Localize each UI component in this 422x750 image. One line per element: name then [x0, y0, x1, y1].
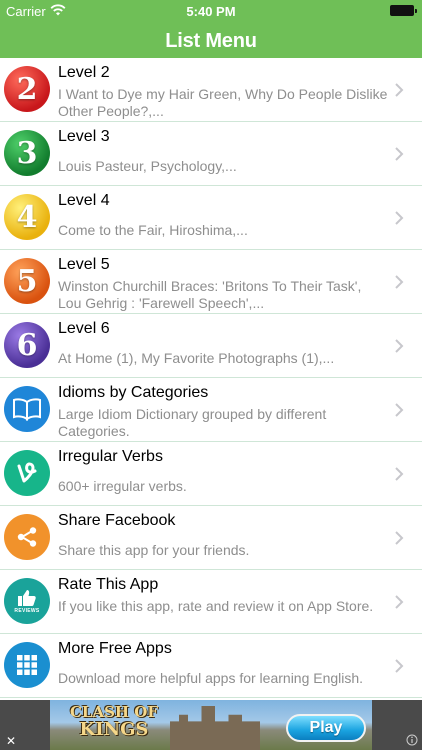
item-subtitle: Louis Pasteur, Psychology,... [58, 158, 237, 174]
item-title: Irregular Verbs [58, 448, 163, 465]
item-title: Level 5 [58, 256, 110, 273]
reviews-badge-label: REVIEWS [14, 607, 40, 614]
item-subtitle: Come to the Fair, Hiroshima,... [58, 222, 248, 238]
list-item-idioms[interactable]: Idioms by Categories Large Idiom Diction… [0, 378, 422, 442]
book-icon [4, 386, 50, 432]
list-item-rate-app[interactable]: REVIEWS Rate This App If you like this a… [0, 570, 422, 634]
page-title: List Menu [165, 30, 257, 52]
chevron-right-icon [395, 275, 404, 289]
list-item-level-5[interactable]: 5 Level 5 Winston Churchill Braces: 'Bri… [0, 250, 422, 314]
list-item-irregular-verbs[interactable]: Irregular Verbs 600+ irregular verbs. [0, 442, 422, 506]
chevron-right-icon [395, 147, 404, 161]
item-title: Rate This App [58, 576, 159, 593]
list-item-level-6[interactable]: 6 Level 6 At Home (1), My Favorite Photo… [0, 314, 422, 378]
item-title: Level 4 [58, 192, 110, 209]
item-subtitle: If you like this app, rate and review it… [58, 598, 374, 614]
status-time: 5:40 PM [186, 4, 236, 19]
chevron-right-icon [395, 467, 404, 481]
item-subtitle: 600+ irregular verbs. [58, 478, 187, 494]
close-ad-icon[interactable]: ✕ [4, 734, 18, 748]
share-icon [4, 514, 50, 560]
chevron-right-icon [395, 403, 404, 417]
list-item-share-facebook[interactable]: Share Facebook Share this app for your f… [0, 506, 422, 570]
level-5-icon: 5 [4, 258, 50, 304]
item-subtitle: Large Idiom Dictionary grouped by differ… [58, 406, 327, 439]
thumbs-up-reviews-icon: REVIEWS [4, 578, 50, 624]
level-3-icon: 3 [4, 130, 50, 176]
game-logo: CLASH OF KINGS [54, 704, 174, 740]
item-title: Level 6 [58, 320, 110, 337]
level-2-icon: 2 [4, 66, 50, 112]
item-subtitle: Share this app for your friends. [58, 542, 250, 558]
item-subtitle: Winston Churchill Braces: 'Britons To Th… [58, 278, 362, 311]
nav-header: Carrier 5:40 PM List Menu [0, 0, 422, 65]
list-item-level-3[interactable]: 3 Level 3 Louis Pasteur, Psychology,... [0, 122, 422, 186]
battery-icon [390, 5, 417, 16]
item-title: Level 3 [58, 128, 110, 145]
item-title: More Free Apps [58, 640, 172, 657]
item-subtitle: Download more helpful apps for learning … [58, 670, 364, 686]
chevron-right-icon [395, 83, 404, 97]
chevron-right-icon [395, 659, 404, 673]
chevron-right-icon [395, 531, 404, 545]
item-title: Share Facebook [58, 512, 176, 529]
chevron-right-icon [395, 211, 404, 225]
level-6-icon: 6 [4, 322, 50, 368]
vine-icon [4, 450, 50, 496]
item-title: Level 2 [58, 64, 110, 81]
status-bar: Carrier 5:40 PM [0, 0, 422, 22]
item-subtitle: I Want to Dye my Hair Green, Why Do Peop… [58, 86, 388, 119]
chevron-right-icon [395, 339, 404, 353]
chevron-right-icon [395, 595, 404, 609]
logo-line-2: KINGS [79, 719, 149, 740]
list-item-level-2[interactable]: 2 Level 2 I Want to Dye my Hair Green, W… [0, 58, 422, 122]
list-item-more-apps[interactable]: More Free Apps Download more helpful app… [0, 634, 422, 698]
play-button[interactable]: Play [286, 714, 366, 742]
item-title: Idioms by Categories [58, 384, 209, 401]
list-item-level-4[interactable]: 4 Level 4 Come to the Fair, Hiroshima,..… [0, 186, 422, 250]
level-4-icon: 4 [4, 194, 50, 240]
grid-icon [4, 642, 50, 688]
ad-info-icon[interactable] [406, 734, 418, 746]
ad-banner[interactable]: CLASH OF KINGS Play ✕ [0, 700, 422, 750]
item-subtitle: At Home (1), My Favorite Photographs (1)… [58, 350, 335, 366]
